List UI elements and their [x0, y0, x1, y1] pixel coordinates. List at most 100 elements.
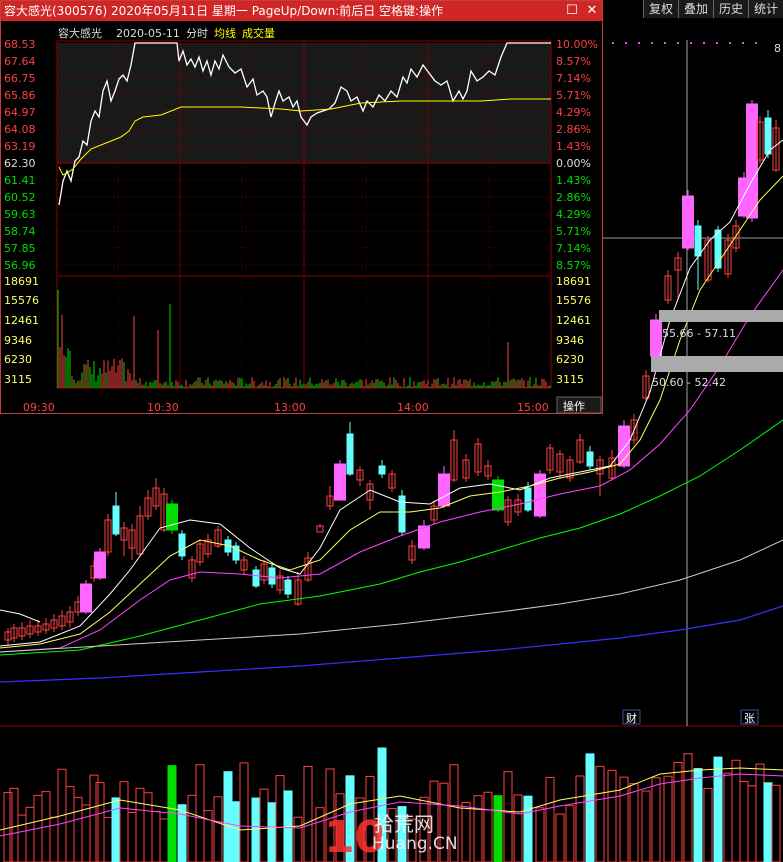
limit-dot: [677, 42, 679, 44]
pct-tick: 7.14%: [556, 72, 591, 85]
price-tick: 66.75: [4, 72, 36, 85]
volume-bar: [81, 804, 91, 862]
candle-body: [650, 319, 662, 357]
volume-bar: [267, 802, 277, 862]
price-tick: 57.85: [4, 242, 36, 255]
popup-title-text: 容大感光(300576) 2020年05月11日 星期一 PageUp/Down…: [4, 4, 444, 18]
volume-bar: [683, 753, 693, 862]
ma-start-segment: [0, 609, 41, 623]
volume-bar: [703, 787, 713, 862]
volume-bar: [731, 759, 741, 862]
time-tick: 14:00: [397, 401, 429, 413]
volume-bar: [25, 806, 35, 862]
time-axis: 09:30 10:30 13:00 14:00 15:00: [23, 401, 549, 413]
intraday-chart[interactable]: 容大感光 2020-05-11 分时 均线 成交量 68.53 67.64 66…: [1, 21, 602, 413]
volume-bar: [65, 786, 75, 862]
vol-tick: 6230: [4, 353, 32, 366]
volume-bar: [223, 771, 233, 862]
volume-bar: [73, 796, 83, 862]
intraday-grid: [56, 40, 552, 389]
price-tick: 60.52: [4, 191, 36, 204]
volume-bar: [771, 784, 781, 862]
volume-bar: [747, 785, 757, 862]
price-tick: 56.96: [4, 259, 36, 272]
volume-bar: [251, 797, 261, 862]
volume-bar: [523, 795, 533, 862]
history-button[interactable]: 历史: [712, 0, 748, 18]
volume-bar: [629, 783, 639, 862]
pct-tick: 0.00%: [556, 157, 591, 170]
volume-bar: [483, 791, 493, 862]
price-tick: 68.53: [4, 38, 36, 51]
volume-bar: [663, 775, 673, 862]
pct-tick: 10.00%: [556, 38, 598, 51]
candle-body: [334, 463, 346, 501]
volume-bar: [135, 787, 145, 862]
candle-body: [586, 451, 594, 467]
intraday-popup-window[interactable]: 容大感光(300576) 2020年05月11日 星期一 PageUp/Down…: [0, 0, 603, 414]
price-range-label-2: 50.60 - 52.42: [652, 376, 726, 389]
volume-bar: [739, 780, 749, 862]
limit-dot: [625, 42, 627, 44]
minimize-icon[interactable]: ☐: [562, 1, 582, 21]
fuquan-button[interactable]: 复权: [642, 0, 678, 18]
pct-tick: 2.86%: [556, 191, 591, 204]
volume-bar: [49, 816, 59, 862]
volume-axis-right: 18691 15576 12461 9346 6230 3115: [556, 275, 591, 386]
candle-body: [438, 473, 450, 507]
candle-body: [346, 433, 354, 475]
time-tick: 15:00: [517, 401, 549, 413]
limit-dot: [716, 42, 718, 44]
volume-bar: [159, 818, 169, 862]
percent-axis-right: 10.00% 8.57% 7.14% 5.71% 4.29% 2.86% 1.4…: [556, 38, 598, 272]
popup-title-bar[interactable]: 容大感光(300576) 2020年05月11日 星期一 PageUp/Down…: [1, 1, 602, 21]
limit-dot: [638, 42, 640, 44]
volume-bar: [9, 787, 19, 862]
action-button[interactable]: 操作: [563, 399, 585, 413]
date-label: 2020-05-11: [116, 27, 180, 40]
watermark-domain: Huang.CN: [372, 834, 458, 854]
volume-bar: [473, 795, 483, 862]
limit-dot: [703, 42, 705, 44]
volume-legend: 成交量: [242, 26, 275, 40]
volume-bar: [187, 794, 197, 862]
volume-bar: [89, 774, 99, 862]
close-icon[interactable]: ✕: [582, 1, 602, 21]
candle-body: [112, 505, 120, 535]
pct-tick: 5.71%: [556, 89, 591, 102]
price-tick: 64.08: [4, 123, 36, 136]
volume-bar: [503, 771, 513, 862]
candle-body: [618, 425, 630, 467]
ma120-line: [0, 539, 783, 653]
vol-tick: 12461: [4, 314, 39, 327]
time-tick: 10:30: [147, 401, 179, 413]
volume-bar: [239, 762, 249, 862]
volume-bar: [303, 765, 313, 862]
vol-tick: 6230: [556, 353, 584, 366]
volume-bar: [555, 813, 565, 862]
price-tick: 61.41: [4, 174, 36, 187]
volume-bar: [763, 782, 773, 862]
price-tick: 64.97: [4, 106, 36, 119]
volume-bar: [585, 753, 595, 862]
pct-tick: 8.57%: [556, 259, 591, 272]
limit-dot: [729, 42, 731, 44]
statistics-button[interactable]: 统计: [747, 0, 783, 18]
marker-zhang: 张: [744, 712, 755, 725]
time-tick: 09:30: [23, 401, 55, 413]
volume-bar: [213, 796, 223, 862]
watermark: 10 拾荒网 Huang.CN: [322, 806, 458, 862]
volume-bar: [259, 788, 269, 862]
volume-bar: [293, 816, 303, 862]
overlay-button[interactable]: 叠加: [677, 0, 713, 18]
price-range-label-1: 55.66 - 57.11: [662, 327, 736, 340]
candle-body: [80, 583, 92, 613]
volume-bar: [275, 775, 285, 862]
vol-tick: 9346: [556, 334, 584, 347]
limit-dot: [664, 42, 666, 44]
price-range-box-1: [659, 310, 783, 322]
volume-bar: [17, 814, 27, 862]
vol-tick: 9346: [4, 334, 32, 347]
volume-bar: [607, 769, 617, 862]
candle-body: [94, 551, 106, 579]
